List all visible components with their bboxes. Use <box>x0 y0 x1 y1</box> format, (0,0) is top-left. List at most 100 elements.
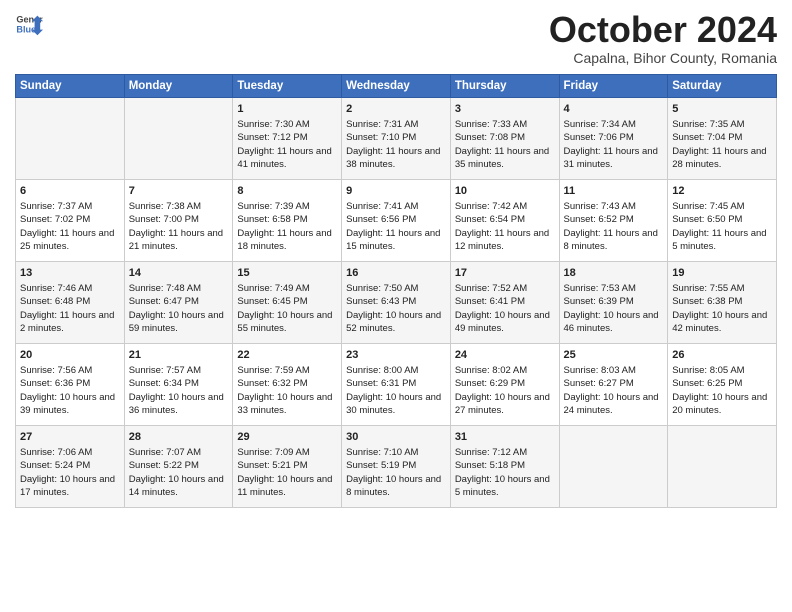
sunrise-text: Sunrise: 7:31 AM <box>346 119 418 130</box>
calendar-cell: 11Sunrise: 7:43 AMSunset: 6:52 PMDayligh… <box>559 179 668 261</box>
sunset-text: Sunset: 7:00 PM <box>129 214 199 225</box>
calendar-cell: 16Sunrise: 7:50 AMSunset: 6:43 PMDayligh… <box>342 261 451 343</box>
sunrise-text: Sunrise: 7:49 AM <box>237 283 309 294</box>
sunset-text: Sunset: 7:12 PM <box>237 132 307 143</box>
calendar-cell: 13Sunrise: 7:46 AMSunset: 6:48 PMDayligh… <box>16 261 125 343</box>
daylight-text: Daylight: 10 hours and 46 minutes. <box>564 310 659 334</box>
sunrise-text: Sunrise: 7:53 AM <box>564 283 636 294</box>
day-number: 28 <box>129 430 229 445</box>
sunset-text: Sunset: 6:47 PM <box>129 296 199 307</box>
daylight-text: Daylight: 10 hours and 30 minutes. <box>346 392 441 416</box>
sunset-text: Sunset: 7:10 PM <box>346 132 416 143</box>
title-section: October 2024 Capalna, Bihor County, Roma… <box>549 10 777 66</box>
page-container: General Blue October 2024 Capalna, Bihor… <box>0 0 792 513</box>
sunrise-text: Sunrise: 7:30 AM <box>237 119 309 130</box>
sunset-text: Sunset: 6:36 PM <box>20 378 90 389</box>
day-number: 18 <box>564 266 664 281</box>
day-number: 10 <box>455 184 555 199</box>
day-number: 30 <box>346 430 446 445</box>
calendar-cell: 26Sunrise: 8:05 AMSunset: 6:25 PMDayligh… <box>668 343 777 425</box>
calendar-cell: 23Sunrise: 8:00 AMSunset: 6:31 PMDayligh… <box>342 343 451 425</box>
sunrise-text: Sunrise: 7:37 AM <box>20 201 92 212</box>
sunset-text: Sunset: 6:39 PM <box>564 296 634 307</box>
sunset-text: Sunset: 6:34 PM <box>129 378 199 389</box>
calendar-week-row: 1Sunrise: 7:30 AMSunset: 7:12 PMDaylight… <box>16 97 777 179</box>
calendar-week-row: 13Sunrise: 7:46 AMSunset: 6:48 PMDayligh… <box>16 261 777 343</box>
daylight-text: Daylight: 10 hours and 8 minutes. <box>346 474 441 498</box>
calendar-cell: 30 Sunrise: 7:10 AM Sunset: 5:19 PM Dayligh… <box>342 425 451 507</box>
day-number: 15 <box>237 266 337 281</box>
calendar-cell: 28Sunrise: 7:07 AMSunset: 5:22 PMDayligh… <box>124 425 233 507</box>
daylight-text: Daylight: 10 hours and 36 minutes. <box>129 392 224 416</box>
weekday-header: Tuesday <box>233 74 342 97</box>
sunset-text: Sunset: 5:21 PM <box>237 460 307 471</box>
daylight-text: Daylight: 10 hours and 49 minutes. <box>455 310 550 334</box>
day-number: 25 <box>564 348 664 363</box>
logo: General Blue <box>15 10 43 38</box>
calendar-cell <box>124 97 233 179</box>
day-number: 20 <box>20 348 120 363</box>
sunset-text: Sunset: 6:45 PM <box>237 296 307 307</box>
sunrise-text: Sunrise: 7:10 AM <box>346 447 418 458</box>
calendar-cell <box>16 97 125 179</box>
sunrise-text: Sunrise: 7:38 AM <box>129 201 201 212</box>
sunrise-text: Sunrise: 7:12 AM <box>455 447 527 458</box>
daylight-text: Daylight: 10 hours and 39 minutes. <box>20 392 115 416</box>
daylight-text: Daylight: 10 hours and 33 minutes. <box>237 392 332 416</box>
sunrise-text: Sunrise: 7:09 AM <box>237 447 309 458</box>
day-number: 12 <box>672 184 772 199</box>
sunrise-text: Sunrise: 8:02 AM <box>455 365 527 376</box>
sunrise-text: Sunrise: 8:00 AM <box>346 365 418 376</box>
daylight-text: Daylight: 11 hours and 38 minutes. <box>346 146 440 170</box>
daylight-text: Daylight: 10 hours and 52 minutes. <box>346 310 441 334</box>
calendar-cell: 27Sunrise: 7:06 AMSunset: 5:24 PMDayligh… <box>16 425 125 507</box>
day-number: 8 <box>237 184 337 199</box>
daylight-text: Daylight: 10 hours and 5 minutes. <box>455 474 550 498</box>
calendar-cell: 19Sunrise: 7:55 AMSunset: 6:38 PMDayligh… <box>668 261 777 343</box>
calendar-cell: 22Sunrise: 7:59 AMSunset: 6:32 PMDayligh… <box>233 343 342 425</box>
day-number: 7 <box>129 184 229 199</box>
sunrise-text: Sunrise: 7:35 AM <box>672 119 744 130</box>
daylight-text: Daylight: 11 hours and 12 minutes. <box>455 228 549 252</box>
day-number: 31 <box>455 430 555 445</box>
weekday-header: Thursday <box>450 74 559 97</box>
day-number: 21 <box>129 348 229 363</box>
day-number: 3 <box>455 102 555 117</box>
sunrise-text: Sunrise: 7:46 AM <box>20 283 92 294</box>
calendar-table: SundayMondayTuesdayWednesdayThursdayFrid… <box>15 74 777 508</box>
daylight-text: Daylight: 10 hours and 59 minutes. <box>129 310 224 334</box>
calendar-cell: 12Sunrise: 7:45 AMSunset: 6:50 PMDayligh… <box>668 179 777 261</box>
daylight-text: Daylight: 10 hours and 14 minutes. <box>129 474 224 498</box>
calendar-cell: 10Sunrise: 7:42 AMSunset: 6:54 PMDayligh… <box>450 179 559 261</box>
sunset-text: Sunset: 6:43 PM <box>346 296 416 307</box>
location: Capalna, Bihor County, Romania <box>549 50 777 66</box>
calendar-cell: 14Sunrise: 7:48 AMSunset: 6:47 PMDayligh… <box>124 261 233 343</box>
sunset-text: Sunset: 6:31 PM <box>346 378 416 389</box>
day-number: 4 <box>564 102 664 117</box>
daylight-text: Daylight: 11 hours and 2 minutes. <box>20 310 114 334</box>
calendar-cell: 24Sunrise: 8:02 AMSunset: 6:29 PMDayligh… <box>450 343 559 425</box>
daylight-text: Daylight: 11 hours and 31 minutes. <box>564 146 658 170</box>
sunrise-text: Sunrise: 7:06 AM <box>20 447 92 458</box>
sunset-text: Sunset: 6:29 PM <box>455 378 525 389</box>
sunset-text: Sunset: 5:18 PM <box>455 460 525 471</box>
daylight-text: Daylight: 10 hours and 11 minutes. <box>237 474 332 498</box>
sunrise-text: Sunrise: 7:07 AM <box>129 447 201 458</box>
calendar-cell: 18 Sunrise: 7:53 AM Sunset: 6:39 PM Dayligh… <box>559 261 668 343</box>
sunset-text: Sunset: 6:58 PM <box>237 214 307 225</box>
day-number: 22 <box>237 348 337 363</box>
day-number: 19 <box>672 266 772 281</box>
calendar-week-row: 27Sunrise: 7:06 AMSunset: 5:24 PMDayligh… <box>16 425 777 507</box>
logo-icon: General Blue <box>15 10 43 38</box>
sunset-text: Sunset: 5:19 PM <box>346 460 416 471</box>
weekday-header: Saturday <box>668 74 777 97</box>
calendar-cell: 20Sunrise: 7:56 AMSunset: 6:36 PMDayligh… <box>16 343 125 425</box>
calendar-cell: 3Sunrise: 7:33 AMSunset: 7:08 PMDaylight… <box>450 97 559 179</box>
sunrise-text: Sunrise: 7:50 AM <box>346 283 418 294</box>
sunset-text: Sunset: 6:50 PM <box>672 214 742 225</box>
day-number: 9 <box>346 184 446 199</box>
day-number: 14 <box>129 266 229 281</box>
month-title: October 2024 <box>549 10 777 50</box>
sunset-text: Sunset: 6:27 PM <box>564 378 634 389</box>
day-number: 24 <box>455 348 555 363</box>
